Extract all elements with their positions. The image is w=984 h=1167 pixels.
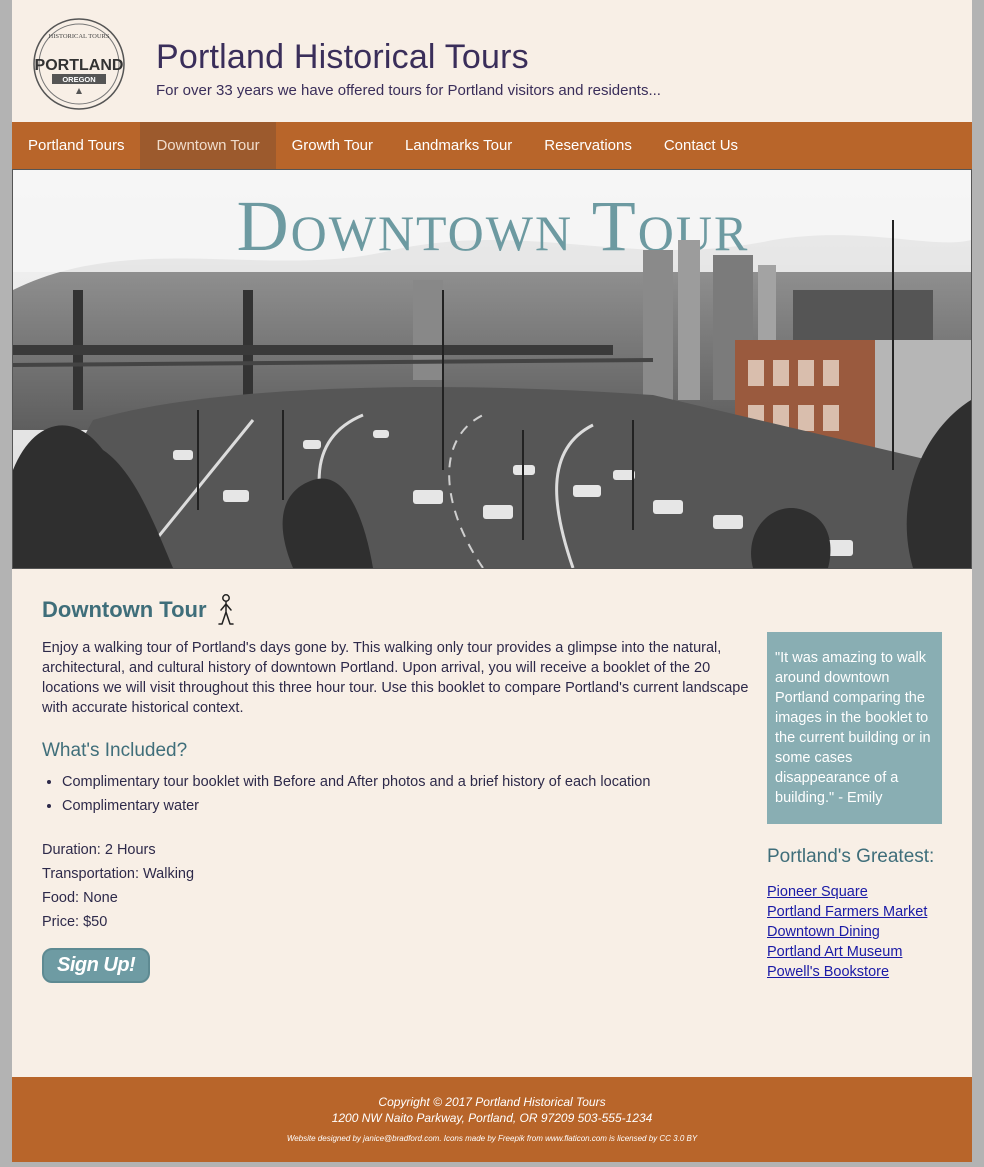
tour-intro: Enjoy a walking tour of Portland's days … (42, 640, 749, 716)
link-downtown-dining[interactable]: Downtown Dining (767, 922, 942, 942)
nav-downtown-tour[interactable]: Downtown Tour (140, 122, 276, 169)
main-nav: Portland Tours Downtown Tour Growth Tour… (12, 122, 972, 169)
sidebar: "It was amazing to walk around downtown … (767, 632, 942, 982)
site-footer: Copyright © 2017 Portland Historical Tou… (12, 1077, 972, 1162)
list-item: Complimentary tour booklet with Before a… (62, 770, 752, 794)
logo-top-text: HISTORICAL TOURS (49, 33, 110, 40)
hero-image: Downtown Tour (13, 170, 971, 568)
nav-portland-tours[interactable]: Portland Tours (12, 122, 140, 169)
sign-up-button[interactable]: Sign Up! (42, 948, 151, 983)
site-tagline: For over 33 years we have offered tours … (156, 82, 661, 99)
main-content: Downtown Tour Enjoy a walking tour of Po… (42, 590, 752, 983)
footer-address: 1200 NW Naito Parkway, Portland, OR 9720… (331, 1111, 653, 1125)
link-portland-art-museum[interactable]: Portland Art Museum (767, 942, 942, 962)
logo-main-text: PORTLAND (35, 57, 124, 74)
detail-duration: Duration: 2 Hours (42, 842, 156, 858)
nav-reservations[interactable]: Reservations (528, 122, 648, 169)
greatest-links: Pioneer Square Portland Farmers Market D… (767, 882, 942, 982)
nav-landmarks-tour[interactable]: Landmarks Tour (389, 122, 528, 169)
site-header: HISTORICAL TOURS PORTLAND OREGON Portlan… (12, 0, 972, 122)
testimonial-quote: "It was amazing to walk around downtown … (767, 632, 942, 824)
link-pioneer-square[interactable]: Pioneer Square (767, 882, 942, 902)
nav-contact-us[interactable]: Contact Us (648, 122, 754, 169)
tour-title-text: Downtown Tour (42, 597, 207, 622)
page: HISTORICAL TOURS PORTLAND OREGON Portlan… (12, 0, 972, 1162)
logo-sub-text: OREGON (62, 75, 95, 84)
walking-person-icon (217, 594, 234, 625)
footer-copy: Copyright © 2017 Portland Historical Tou… (12, 1094, 972, 1126)
footer-credits: Website designed by janice@bradford.com.… (286, 1134, 698, 1143)
site-title: Portland Historical Tours (156, 38, 529, 76)
included-list: Complimentary tour booklet with Before a… (42, 770, 752, 818)
list-item: Complimentary water (62, 794, 752, 818)
detail-food: Food: None (42, 890, 118, 906)
included-heading: What's Included? (42, 740, 188, 761)
link-portland-farmers-market[interactable]: Portland Farmers Market (767, 902, 942, 922)
nav-growth-tour[interactable]: Growth Tour (276, 122, 389, 169)
footer-copyright: Copyright © 2017 Portland Historical Tou… (378, 1095, 606, 1109)
tour-title: Downtown Tour (42, 590, 752, 630)
tour-details: Duration: 2 Hours Transportation: Walkin… (42, 838, 752, 934)
detail-price: Price: $50 (42, 914, 108, 930)
greatest-heading: Portland's Greatest: (767, 846, 935, 867)
link-powells-bookstore[interactable]: Powell's Bookstore (767, 962, 942, 982)
portland-logo[interactable]: HISTORICAL TOURS PORTLAND OREGON (30, 18, 128, 110)
detail-transportation: Transportation: Walking (42, 866, 195, 882)
hero-banner: Downtown Tour (12, 169, 972, 569)
